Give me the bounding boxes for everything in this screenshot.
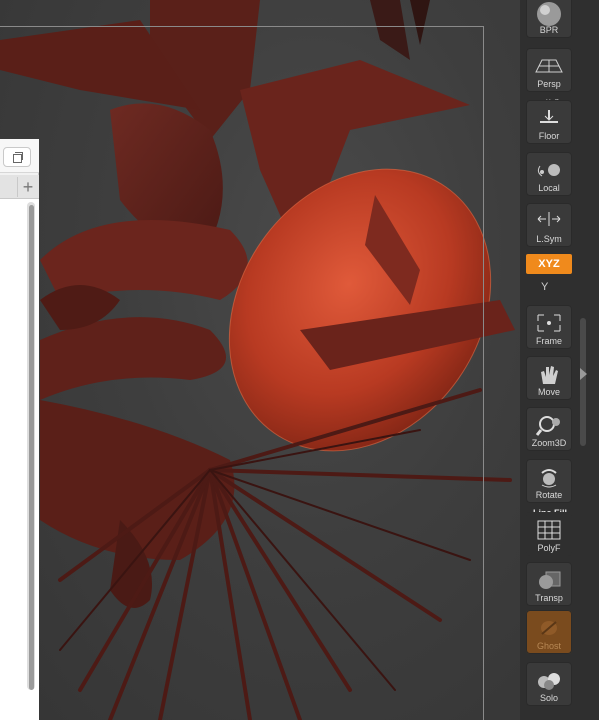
- frame-label: Frame: [535, 336, 562, 346]
- solo-button[interactable]: Solo: [526, 662, 572, 706]
- magnifier-icon: [535, 416, 560, 436]
- floor-label: Floor: [538, 131, 560, 141]
- ghost-button[interactable]: Ghost: [526, 610, 572, 654]
- y-axis-rotate-icon[interactable]: Y: [541, 281, 548, 293]
- sculpt-model: [0, 0, 515, 720]
- solo-spheres-icon: [538, 673, 560, 690]
- transparency-icon: [539, 571, 561, 589]
- local-button[interactable]: Local: [526, 152, 572, 196]
- bpr-label: BPR: [539, 25, 559, 35]
- rotate-button[interactable]: Rotate: [526, 459, 572, 503]
- floor-icon: [540, 110, 558, 123]
- symmetry-icon: [537, 212, 561, 226]
- xyz-axis-button[interactable]: XYZ: [526, 254, 572, 274]
- overlapping-window-panel[interactable]: +: [0, 139, 39, 720]
- bpr-button[interactable]: BPR: [526, 0, 572, 38]
- lsym-label: L.Sym: [536, 234, 562, 244]
- zoom3d-button[interactable]: Zoom3D: [526, 407, 572, 451]
- ghost-icon: [541, 621, 557, 635]
- local-label: Local: [538, 183, 560, 193]
- panel-titlebar: [0, 139, 39, 173]
- transp-button[interactable]: Transp: [526, 562, 572, 606]
- rotate-icon: [541, 469, 557, 488]
- hand-icon: [541, 366, 558, 384]
- transp-label: Transp: [535, 593, 563, 603]
- toolbar-collapse-arrow-icon[interactable]: [580, 368, 587, 380]
- 3d-viewport[interactable]: [0, 0, 520, 720]
- toolbar-scroll-rail[interactable]: [580, 318, 586, 446]
- zoom3d-label: Zoom3D: [531, 438, 567, 448]
- polyf-button[interactable]: PolyF: [526, 512, 572, 556]
- polyf-label: PolyF: [537, 543, 561, 553]
- move-button[interactable]: Move: [526, 356, 572, 400]
- panel-scrollbar-thumb[interactable]: [29, 205, 34, 690]
- restore-window-button[interactable]: [3, 147, 31, 167]
- lsym-button[interactable]: L.Sym: [526, 203, 572, 247]
- ghost-label: Ghost: [536, 641, 561, 651]
- panel-tab-bar: +: [0, 175, 39, 199]
- add-tab-button[interactable]: +: [17, 177, 38, 197]
- floor-button[interactable]: Floor: [526, 100, 572, 144]
- local-rotate-icon: [537, 164, 560, 177]
- rotate-label: Rotate: [535, 490, 563, 500]
- solo-label: Solo: [539, 693, 558, 703]
- frame-button[interactable]: Frame: [526, 305, 572, 349]
- xyz-label: XYZ: [538, 258, 560, 270]
- polyframe-grid-icon: [537, 520, 561, 540]
- persp-button[interactable]: Persp: [526, 48, 572, 92]
- perspective-grid-icon: [535, 59, 563, 73]
- persp-label: Persp: [537, 79, 561, 89]
- move-label: Move: [537, 387, 560, 397]
- frame-icon: [537, 314, 561, 332]
